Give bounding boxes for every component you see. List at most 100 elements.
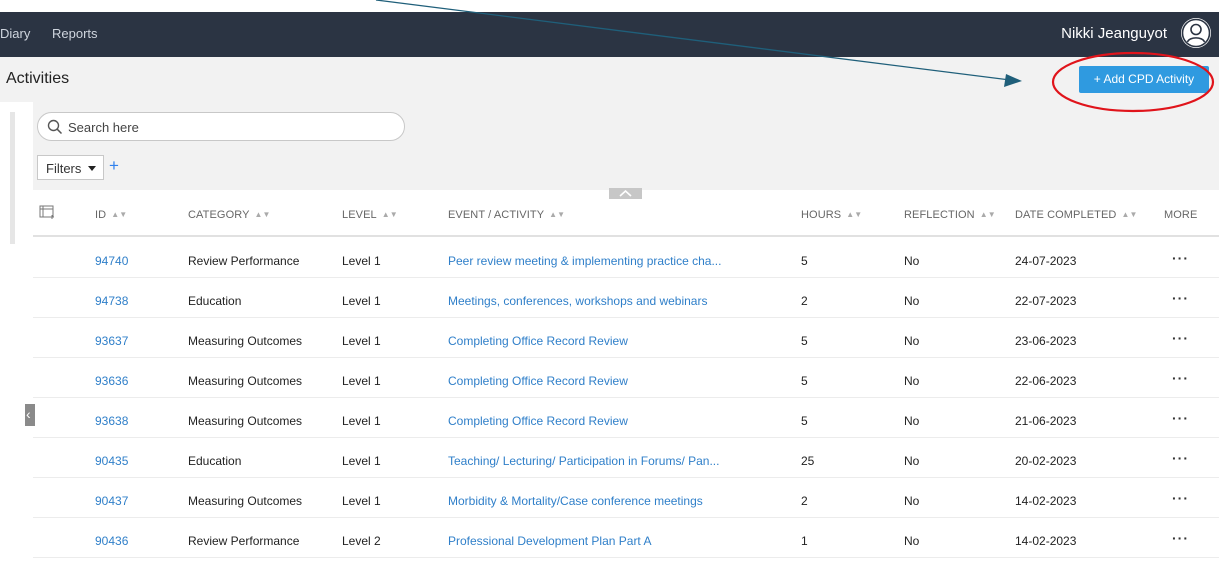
more-icon[interactable]: ··· (1172, 410, 1189, 426)
cell-date-completed: 23-06-2023 (1015, 334, 1077, 348)
cell-level: Level 1 (342, 494, 381, 508)
cell-reflection: No (904, 254, 920, 268)
search-icon (47, 119, 63, 135)
cell-id[interactable]: 94740 (95, 254, 128, 268)
cell-hours: 5 (801, 254, 808, 268)
cell-date-completed: 21-06-2023 (1015, 414, 1077, 428)
more-icon[interactable]: ··· (1172, 370, 1189, 386)
collapse-toolbar-button[interactable] (609, 188, 642, 199)
cell-reflection: No (904, 534, 920, 548)
cell-id[interactable]: 93637 (95, 334, 128, 348)
cell-hours: 5 (801, 374, 808, 388)
cell-date-completed: 22-06-2023 (1015, 374, 1077, 388)
top-nav: Diary Reports Nikki Jeanguyot (0, 12, 1219, 57)
sort-icon: ▲▼ (381, 210, 398, 219)
cell-category: Education (188, 294, 242, 308)
column-header-hours[interactable]: HOURS ▲▼ (801, 209, 862, 221)
cell-category: Measuring Outcomes (188, 494, 303, 508)
column-header-level[interactable]: LEVEL ▲▼ (342, 209, 398, 221)
cell-id[interactable]: 90436 (95, 534, 128, 548)
column-header-id[interactable]: ID ▲▼ (95, 209, 127, 221)
more-icon[interactable]: ··· (1172, 290, 1189, 306)
filters-dropdown[interactable]: Filters (37, 155, 104, 180)
cell-reflection: No (904, 414, 920, 428)
cell-date-completed: 14-02-2023 (1015, 534, 1077, 548)
cell-id[interactable]: 90435 (95, 454, 128, 468)
cell-category: Measuring Outcomes (188, 414, 303, 428)
nav-item-reports[interactable]: Reports (52, 26, 98, 41)
add-filter-button[interactable]: + (109, 156, 119, 176)
cell-event[interactable]: Morbidity & Mortality/Case conference me… (448, 494, 703, 508)
side-panel-toggle[interactable]: ‹ (25, 404, 35, 426)
cell-event[interactable]: Peer review meeting & implementing pract… (448, 254, 721, 268)
user-name[interactable]: Nikki Jeanguyot (1061, 25, 1167, 42)
sort-icon: ▲▼ (254, 210, 271, 219)
filters-label: Filters (46, 161, 82, 176)
cell-id[interactable]: 93638 (95, 414, 128, 428)
sort-icon: ▲▼ (1121, 210, 1138, 219)
title-bar: Activities (0, 57, 1219, 102)
cell-hours: 5 (801, 414, 808, 428)
cell-hours: 1 (801, 534, 808, 548)
sort-icon: ▲▼ (111, 210, 128, 219)
column-header-event[interactable]: EVENT / ACTIVITY ▲▼ (448, 209, 565, 221)
cell-level: Level 1 (342, 414, 381, 428)
cell-category: Measuring Outcomes (188, 334, 303, 348)
chevron-up-icon (619, 190, 632, 197)
cell-event[interactable]: Completing Office Record Review (448, 374, 628, 388)
cell-reflection: No (904, 454, 920, 468)
cell-id[interactable]: 90437 (95, 494, 128, 508)
chevron-left-icon: ‹ (26, 406, 31, 422)
cell-category: Review Performance (188, 534, 300, 548)
cell-reflection: No (904, 294, 920, 308)
user-avatar-icon[interactable] (1181, 18, 1211, 48)
cell-level: Level 1 (342, 334, 381, 348)
cell-level: Level 1 (342, 374, 381, 388)
cell-level: Level 1 (342, 254, 381, 268)
more-icon[interactable]: ··· (1172, 250, 1189, 266)
sort-icon: ▲▼ (549, 210, 566, 219)
cell-event[interactable]: Completing Office Record Review (448, 414, 628, 428)
cell-level: Level 1 (342, 454, 381, 468)
cell-date-completed: 14-02-2023 (1015, 494, 1077, 508)
column-settings-icon[interactable] (39, 205, 55, 224)
cell-event[interactable]: Completing Office Record Review (448, 334, 628, 348)
more-icon[interactable]: ··· (1172, 490, 1189, 506)
left-rail (10, 112, 15, 244)
cell-reflection: No (904, 494, 920, 508)
cell-id[interactable]: 94738 (95, 294, 128, 308)
search-input[interactable] (68, 118, 388, 136)
column-header-category[interactable]: CATEGORY ▲▼ (188, 209, 271, 221)
page-title: Activities (6, 70, 70, 87)
caret-down-icon (88, 166, 96, 171)
cell-category: Review Performance (188, 254, 300, 268)
cell-event[interactable]: Teaching/ Lecturing/ Participation in Fo… (448, 454, 719, 468)
column-header-date-completed[interactable]: DATE COMPLETED ▲▼ (1015, 209, 1137, 221)
cell-category: Education (188, 454, 242, 468)
sort-icon: ▲▼ (846, 210, 863, 219)
cell-event[interactable]: Professional Development Plan Part A (448, 534, 651, 548)
cell-date-completed: 22-07-2023 (1015, 294, 1077, 308)
nav-item-diary[interactable]: Diary (0, 26, 30, 41)
cell-reflection: No (904, 334, 920, 348)
cell-date-completed: 24-07-2023 (1015, 254, 1077, 268)
cell-id[interactable]: 93636 (95, 374, 128, 388)
cell-hours: 25 (801, 454, 815, 468)
cell-hours: 5 (801, 334, 808, 348)
column-header-more: MORE (1164, 209, 1198, 221)
add-cpd-activity-button[interactable]: + Add CPD Activity (1079, 66, 1209, 93)
cell-reflection: No (904, 374, 920, 388)
cell-hours: 2 (801, 494, 808, 508)
cell-level: Level 1 (342, 294, 381, 308)
cell-date-completed: 20-02-2023 (1015, 454, 1077, 468)
cell-hours: 2 (801, 294, 808, 308)
more-icon[interactable]: ··· (1172, 450, 1189, 466)
more-icon[interactable]: ··· (1172, 330, 1189, 346)
search-box[interactable] (37, 112, 405, 141)
cell-level: Level 2 (342, 534, 381, 548)
sort-icon: ▲▼ (979, 210, 996, 219)
more-icon[interactable]: ··· (1172, 530, 1189, 546)
column-header-reflection[interactable]: REFLECTION ▲▼ (904, 209, 996, 221)
cell-event[interactable]: Meetings, conferences, workshops and web… (448, 294, 707, 308)
cell-category: Measuring Outcomes (188, 374, 303, 388)
